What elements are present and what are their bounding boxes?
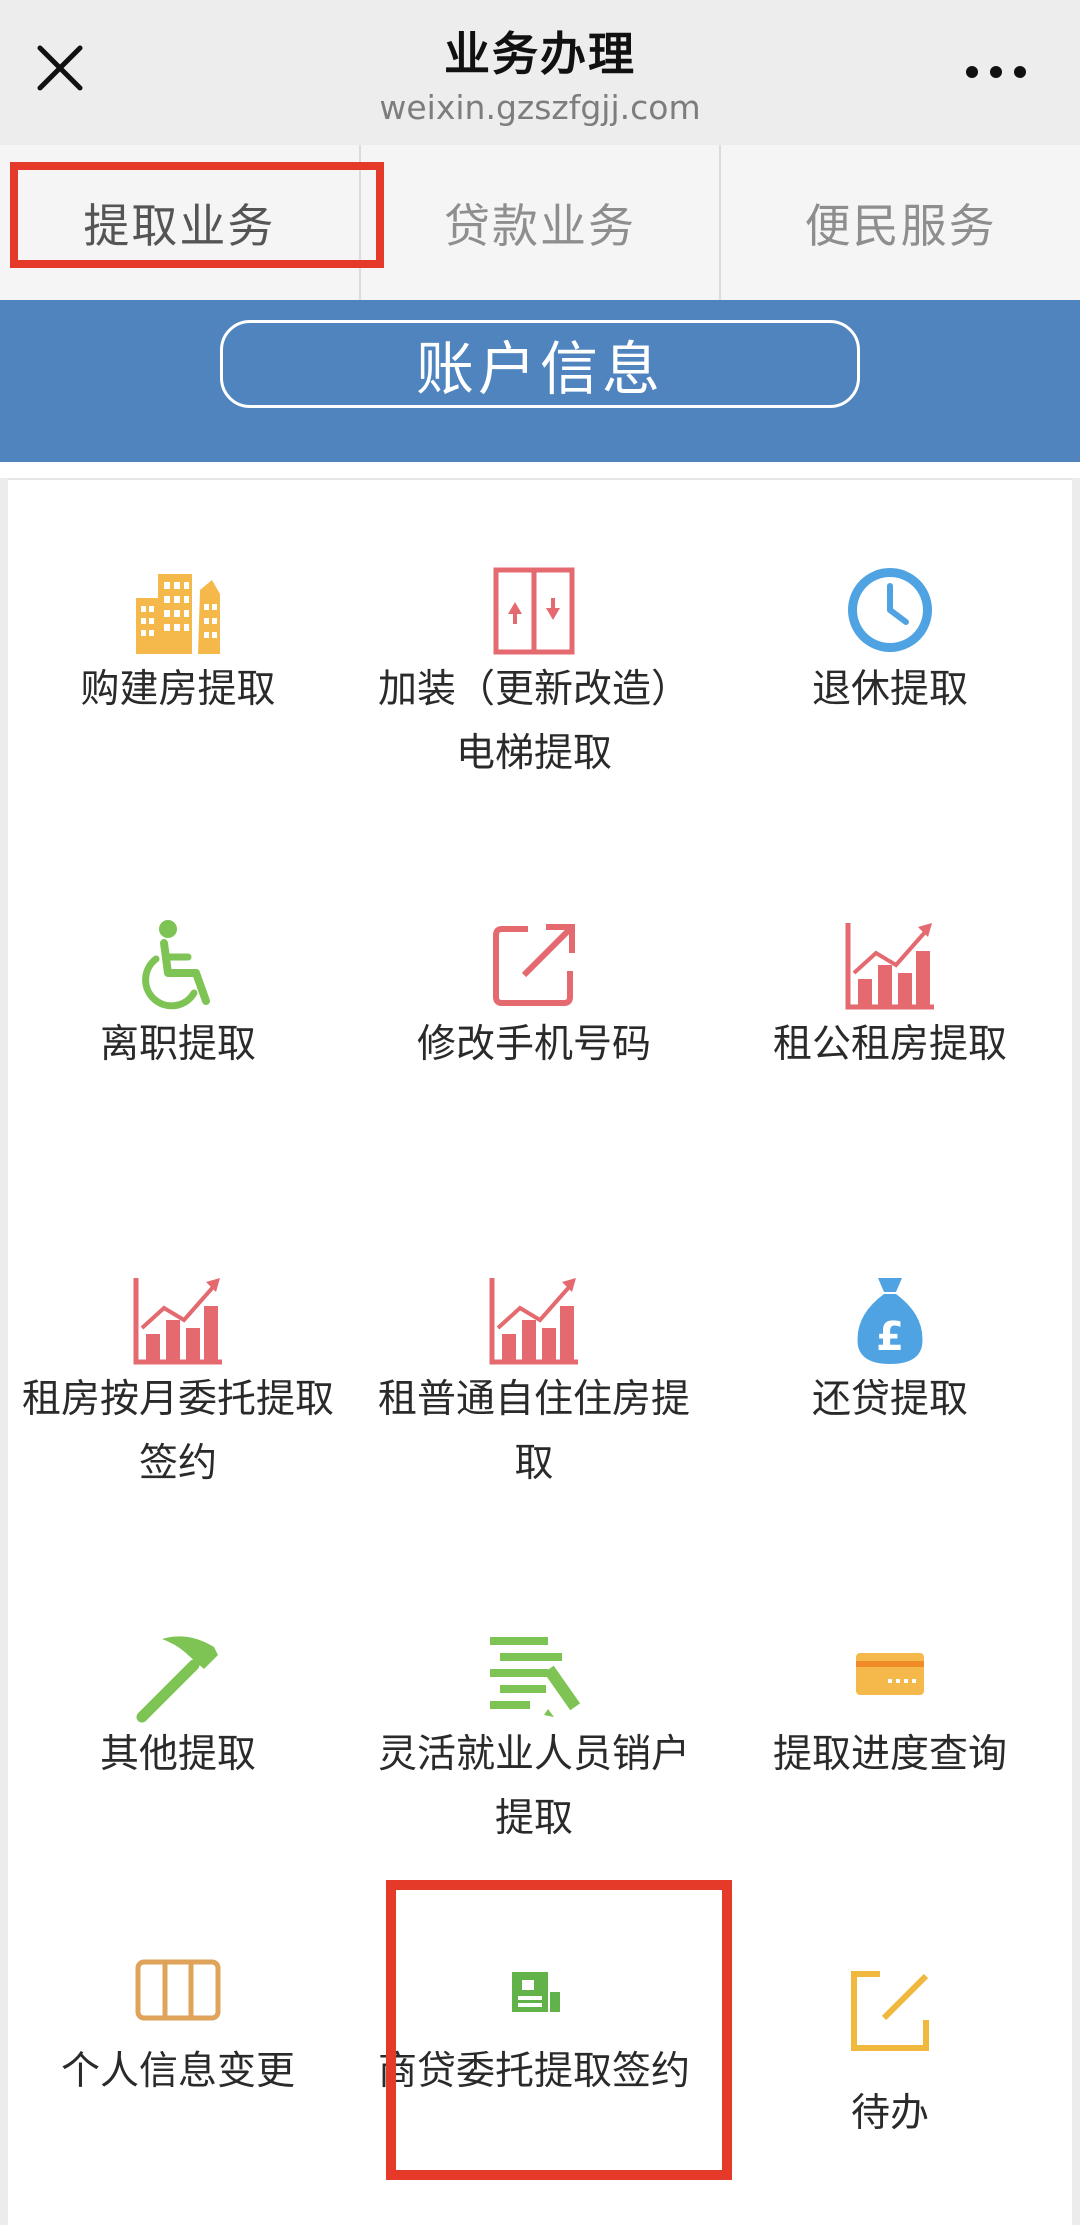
service-label: 租普通自住住房提取: [377, 1377, 690, 1486]
service-label: 提取进度查询: [772, 1732, 1007, 1777]
wheelchair-icon: [128, 915, 228, 1015]
service-todo[interactable]: 待办: [712, 1900, 1068, 2225]
grid-border: [1072, 478, 1080, 2225]
service-resignation[interactable]: 离职提取: [0, 865, 356, 1215]
buildings-icon: [128, 560, 228, 660]
service-progress-query[interactable]: 提取进度查询: [712, 1575, 1068, 1925]
service-label: 退休提取: [811, 667, 968, 712]
account-info-button[interactable]: 账户信息: [220, 320, 860, 408]
service-label: 加装（更新改造）电梯提取: [377, 667, 690, 776]
page-title: 业务办理: [444, 27, 636, 81]
panels-icon: [128, 1940, 228, 2040]
tab-convenience[interactable]: 便民服务: [721, 145, 1080, 300]
more-icon[interactable]: [958, 40, 1038, 100]
service-label: 个人信息变更: [60, 2049, 295, 2094]
clock-icon: [840, 560, 940, 660]
growth-chart-icon: [840, 915, 940, 1015]
service-label: 租房按月委托提取签约: [21, 1377, 334, 1486]
service-label: 灵活就业人员销户提取: [377, 1732, 690, 1841]
page: 业务办理 weixin.gzszfgjj.com 提取业务 贷款业务 便民服务 …: [0, 0, 1080, 2225]
hammer-icon: [128, 1625, 228, 1725]
service-label: 购建房提取: [80, 667, 276, 712]
service-flexible-employment[interactable]: 灵活就业人员销户提取: [356, 1575, 712, 1925]
edit-icon: [840, 1962, 940, 2062]
tab-withdrawal[interactable]: 提取业务: [0, 145, 361, 300]
tab-loan[interactable]: 贷款业务: [361, 145, 722, 300]
money-bag-icon: £: [840, 1270, 940, 1370]
service-label: 商贷委托提取签约: [377, 2049, 690, 2094]
document-pen-icon: [484, 1625, 584, 1725]
service-housing-purchase[interactable]: 购建房提取: [0, 510, 356, 860]
elevator-icon: [484, 560, 584, 660]
service-retirement[interactable]: 退休提取: [712, 510, 1068, 860]
page-url: weixin.gzszfgjj.com: [379, 88, 701, 127]
service-change-phone[interactable]: 修改手机号码: [356, 865, 712, 1215]
bank-card-icon: [484, 1940, 584, 2040]
service-ordinary-rental[interactable]: 租普通自住住房提取: [356, 1220, 712, 1570]
service-elevator[interactable]: 加装（更新改造）电梯提取: [356, 510, 712, 860]
svg-text:£: £: [876, 1314, 904, 1360]
service-label: 修改手机号码: [416, 1022, 651, 1067]
service-commercial-loan-contract[interactable]: 商贷委托提取签约: [356, 1900, 712, 2225]
service-loan-repayment[interactable]: £ 还贷提取: [712, 1220, 1068, 1570]
edit-external-icon: [484, 915, 584, 1015]
service-label: 离职提取: [99, 1022, 256, 1067]
service-label: 待办: [850, 2091, 929, 2136]
card-icon: [840, 1625, 940, 1725]
tab-bar: 提取业务 贷款业务 便民服务: [0, 145, 1080, 300]
service-personal-info-change[interactable]: 个人信息变更: [0, 1900, 356, 2225]
service-label: 其他提取: [99, 1732, 256, 1777]
service-label: 还贷提取: [811, 1377, 968, 1422]
service-public-rental[interactable]: 租公租房提取: [712, 865, 1068, 1215]
growth-chart-icon: [128, 1270, 228, 1370]
top-bar: 业务办理 weixin.gzszfgjj.com: [0, 0, 1080, 145]
service-label: 租公租房提取: [772, 1022, 1007, 1067]
growth-chart-icon: [484, 1270, 584, 1370]
service-monthly-rental-contract[interactable]: 租房按月委托提取签约: [0, 1220, 356, 1570]
service-other[interactable]: 其他提取: [0, 1575, 356, 1925]
